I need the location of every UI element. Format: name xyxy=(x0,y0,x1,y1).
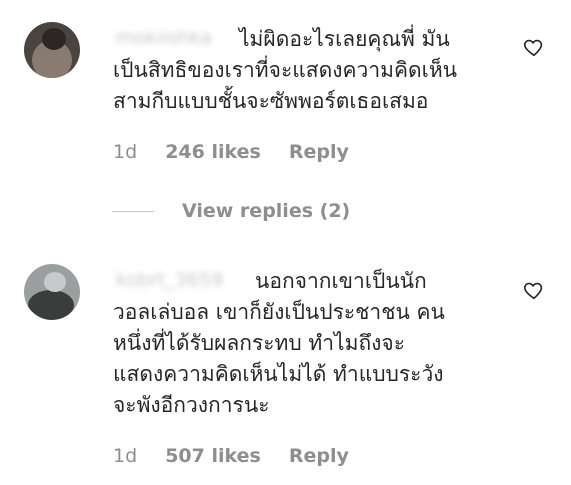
reply-button[interactable]: Reply xyxy=(289,141,349,163)
heart-outline-icon[interactable] xyxy=(523,36,545,58)
comment-meta: 1d 246 likes Reply xyxy=(113,141,349,163)
username[interactable]: kobrt_3659 xyxy=(116,266,223,295)
comment-text: ไม่ผิดอะไรเลยคุณพี่ มัน xyxy=(239,27,450,51)
avatar[interactable] xyxy=(24,264,80,320)
view-replies-label[interactable]: View replies (2) xyxy=(182,200,350,222)
likes-count[interactable]: 507 likes xyxy=(165,445,261,467)
likes-count[interactable]: 246 likes xyxy=(165,141,261,163)
username[interactable]: mokiishka xyxy=(116,24,212,53)
view-replies-button[interactable]: View replies (2) xyxy=(112,200,350,222)
avatar[interactable] xyxy=(24,22,80,78)
comment-text: นอกจากเขาเป็นนัก xyxy=(255,269,427,293)
reply-button[interactable]: Reply xyxy=(289,445,349,467)
divider-line xyxy=(112,211,154,212)
comment-meta: 1d 507 likes Reply xyxy=(113,445,349,467)
comment-text-cont: วอลเล่บอล เขาก็ยังเป็นประชาชน คน หนึ่งที… xyxy=(113,300,445,417)
heart-outline-icon[interactable] xyxy=(523,279,545,301)
comment-text-cont: เป็นสิทธิของเราที่จะแสดงความคิดเห็น สามก… xyxy=(113,58,458,113)
comment-timestamp: 1d xyxy=(113,445,138,467)
comment-timestamp: 1d xyxy=(113,141,138,163)
